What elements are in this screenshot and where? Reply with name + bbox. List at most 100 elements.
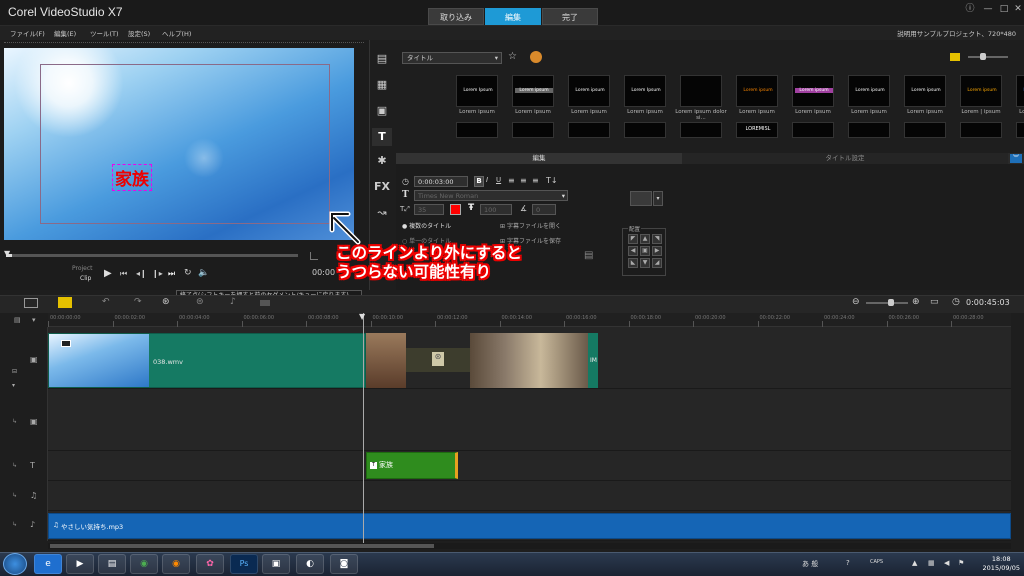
menu-edit[interactable]: 編集(E): [54, 28, 76, 38]
title-text-overlay[interactable]: 家族: [112, 164, 152, 191]
undo-icon[interactable]: ↶: [102, 297, 110, 307]
title-preset-thumbnail[interactable]: [680, 75, 722, 107]
multi-trim-icon[interactable]: [260, 300, 270, 306]
close-button[interactable]: ✕: [1010, 2, 1024, 16]
align-position-button[interactable]: ◢: [652, 258, 662, 268]
volume-tray-icon[interactable]: ◀: [944, 559, 949, 567]
info-icon[interactable]: ⓘ: [962, 2, 978, 16]
overlay-visibility-icon[interactable]: ↳: [12, 418, 17, 425]
filter-fx-icon[interactable]: FX: [372, 178, 392, 196]
graphics-icon[interactable]: ✱: [372, 152, 392, 170]
thumbnail-size-handle[interactable]: [980, 53, 986, 60]
title-track[interactable]: [48, 451, 1011, 481]
title-preset-thumbnail[interactable]: Lorem Ipsum: [624, 75, 666, 107]
thumbnail-size-slider[interactable]: [968, 56, 1008, 58]
video-clip-image-1[interactable]: [366, 333, 406, 388]
angle-field[interactable]: 0: [532, 204, 556, 215]
title-preset-thumbnail[interactable]: [568, 122, 610, 138]
help-tray-icon[interactable]: ?: [846, 559, 850, 567]
media-player-taskbar-icon[interactable]: ▶: [66, 554, 94, 574]
align-right-icon[interactable]: ≡: [532, 176, 539, 185]
title-preset-thumbnail[interactable]: [512, 122, 554, 138]
align-position-button[interactable]: ▣: [640, 246, 650, 256]
ime-indicator[interactable]: あ 般: [802, 559, 818, 569]
font-size-field[interactable]: 35: [414, 204, 444, 215]
title-icon[interactable]: T: [372, 128, 392, 146]
video-track-icon[interactable]: ▣: [30, 355, 38, 364]
align-position-button[interactable]: ◀: [628, 246, 638, 256]
zoom-in-icon[interactable]: ⊕: [912, 297, 920, 307]
video-clip-038[interactable]: 038.wmv: [48, 333, 366, 388]
repeat-icon[interactable]: ↻: [184, 268, 192, 278]
options-tab-edit[interactable]: 編集: [396, 153, 682, 164]
path-icon[interactable]: ↝: [372, 204, 392, 222]
camera-taskbar-icon[interactable]: ◙: [330, 554, 358, 574]
next-button[interactable]: ❙▸: [152, 269, 163, 278]
zoom-slider[interactable]: [866, 302, 908, 304]
scrubber-handle[interactable]: ▼: [4, 249, 10, 258]
title-preset-thumbnail[interactable]: Lorem ipsum: [792, 75, 834, 107]
transition-icon[interactable]: ▣: [372, 102, 392, 120]
network-tray-icon[interactable]: ▦: [928, 559, 935, 567]
home-button[interactable]: ⏮: [120, 269, 127, 279]
timeline-scrollbar-thumb[interactable]: [50, 544, 434, 548]
track-manager-icon[interactable]: ▤: [14, 316, 21, 324]
title-preset-thumbnail[interactable]: Lorem ipsum: [568, 75, 610, 107]
align-position-button[interactable]: ◥: [652, 234, 662, 244]
sound-mixer-icon[interactable]: ⊜: [196, 297, 204, 307]
overlay-track[interactable]: [48, 389, 1011, 451]
chevron-down-icon[interactable]: ▾: [653, 191, 663, 206]
menu-tools[interactable]: ツール(T): [90, 28, 119, 38]
title-preset-thumbnail[interactable]: Lorem ipsum: [512, 75, 554, 107]
videostudio-taskbar-icon[interactable]: ◐: [296, 554, 324, 574]
record-capture-icon[interactable]: ⊛: [162, 297, 170, 307]
ie-taskbar-icon[interactable]: e: [34, 554, 62, 574]
menu-file[interactable]: ファイル(F): [10, 28, 45, 38]
align-position-button[interactable]: ◣: [628, 258, 638, 268]
paint-taskbar-icon[interactable]: ✿: [196, 554, 224, 574]
explorer-taskbar-icon[interactable]: ▤: [98, 554, 126, 574]
tab-edit[interactable]: 編集: [485, 8, 541, 25]
add-to-favorites-icon[interactable]: ☆: [508, 51, 517, 62]
flag-tray-icon[interactable]: ⚑: [958, 559, 964, 567]
minimize-button[interactable]: —: [980, 2, 996, 16]
border-shadow-preset[interactable]: [630, 191, 652, 206]
mark-in-icon[interactable]: [310, 252, 318, 260]
zoom-out-icon[interactable]: ⊖: [852, 297, 860, 307]
menu-settings[interactable]: 設定(S): [128, 28, 150, 38]
voice-track-icon[interactable]: ♫: [30, 491, 37, 500]
playhead[interactable]: [363, 313, 364, 543]
align-position-button[interactable]: ▲: [640, 234, 650, 244]
title-track-icon[interactable]: T: [30, 461, 35, 470]
clip-mode-label[interactable]: Clip: [80, 275, 91, 282]
title-preset-thumbnail[interactable]: LOREMISL: [736, 122, 778, 138]
start-button[interactable]: [3, 553, 27, 575]
duration-field[interactable]: 0:00:03:00: [414, 176, 468, 187]
align-position-button[interactable]: ◤: [628, 234, 638, 244]
title-preset-thumbnail[interactable]: [848, 122, 890, 138]
title-visibility-icon[interactable]: ↳: [12, 462, 17, 469]
thumbnail-view-icon[interactable]: [950, 53, 960, 61]
voice-visibility-icon[interactable]: ↳: [12, 492, 17, 499]
tray-expand-icon[interactable]: ▲: [912, 559, 917, 567]
firefox-taskbar-icon[interactable]: ◉: [162, 554, 190, 574]
drag-handle[interactable]: [4, 42, 364, 46]
title-preset-thumbnail[interactable]: Lorem Ipsum: [1016, 75, 1024, 107]
redo-icon[interactable]: ↷: [134, 297, 142, 307]
title-preset-thumbnail[interactable]: [792, 122, 834, 138]
overlay-track-icon[interactable]: ▣: [30, 417, 38, 426]
scrubber-track[interactable]: [6, 254, 298, 257]
zoom-slider-handle[interactable]: [888, 299, 894, 306]
align-center-icon[interactable]: ≡: [520, 176, 527, 185]
italic-button[interactable]: I: [486, 176, 488, 184]
radio-multi-title[interactable]: ● 複数のタイトル: [402, 221, 451, 230]
system-clock[interactable]: 18:08 2015/09/05: [983, 555, 1020, 573]
align-position-button[interactable]: ▼: [640, 258, 650, 268]
text-direction-icon[interactable]: T↓: [546, 176, 558, 185]
options-tab-title-settings[interactable]: タイトル設定: [682, 153, 1008, 164]
title-preset-thumbnail[interactable]: [1016, 122, 1024, 138]
menu-help[interactable]: ヘルプ(H): [162, 28, 191, 38]
title-preset-thumbnail[interactable]: Lorem ipsum: [848, 75, 890, 107]
auto-music-icon[interactable]: ♪: [230, 297, 236, 307]
music-clip[interactable]: ♫ やさしい気持ち.mp3: [48, 513, 1011, 539]
